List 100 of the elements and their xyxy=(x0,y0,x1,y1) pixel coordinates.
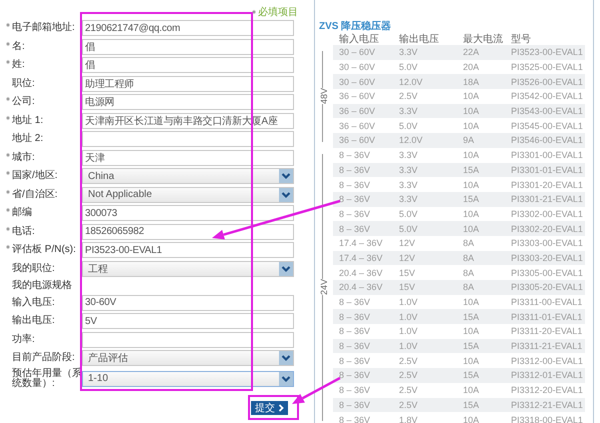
submit-button[interactable]: 提交 xyxy=(251,400,288,414)
dropdown[interactable]: Not Applicable xyxy=(82,186,294,202)
required-mark-icon xyxy=(252,10,256,14)
table-cell-text: 1.0V xyxy=(398,297,419,308)
input-field[interactable]: PI3523-00-EVAL1 xyxy=(82,242,294,258)
table-cell-text: 36 – 60V xyxy=(338,91,376,102)
field-label: 评估板 P/N(s): xyxy=(12,245,76,255)
dropdown-chevron-icon[interactable] xyxy=(279,188,293,202)
column-header: 输入电压 xyxy=(338,32,380,46)
table-cell-text: PI3301-20-EVAL1 xyxy=(510,180,583,190)
table-cell-text: 8 – 36V xyxy=(338,341,372,352)
dropdown[interactable]: 1-10 xyxy=(82,370,294,386)
field-label: 省/自治区: xyxy=(12,190,58,200)
table-cell-text: PI3302-00-EVAL1 xyxy=(510,208,583,219)
table-cell-text: 15A xyxy=(462,341,480,352)
table-cell-text: PI3318-00-EVAL1 xyxy=(510,414,583,423)
table-cell-text: PI3303-20-EVAL1 xyxy=(510,252,583,263)
table-cell-text: 3.3V xyxy=(398,47,419,58)
table-cell-text: 30 – 60V xyxy=(338,47,376,58)
field-label: 国家/地区: xyxy=(12,171,58,181)
table-cell-text: 17.4 – 36V xyxy=(338,238,384,248)
table-cell-text: PI3311-01-EVAL1 xyxy=(510,312,582,322)
table-cell-text: 1.8V xyxy=(398,414,419,423)
table-cell-text: 22A xyxy=(462,47,480,58)
field-label: 输入电压: xyxy=(12,298,55,308)
input-field[interactable]: 2190621747@qq.com xyxy=(82,20,294,36)
table-cell-text: PI3523-00-EVAL1 xyxy=(510,47,583,58)
table-cell-text: 15A xyxy=(462,194,480,204)
column-header: 输出电压 xyxy=(398,32,440,46)
field-label: 地址 2: xyxy=(12,134,44,144)
table-cell-text: 8 – 36V xyxy=(338,297,372,308)
table-cell-text: 8A xyxy=(462,268,476,278)
dropdown-chevron-icon[interactable] xyxy=(279,169,293,183)
table-cell-text: 5.0V xyxy=(398,208,419,219)
field-label: 电子邮箱地址: xyxy=(12,23,75,33)
table-cell-text: PI3543-00-EVAL1 xyxy=(510,106,583,116)
field-label: 功率: xyxy=(12,334,35,344)
table-cell-text: 1.0V xyxy=(398,341,419,352)
table-cell-text: 8 – 36V xyxy=(338,312,372,322)
input-field[interactable]: 30-60V xyxy=(82,294,294,310)
table-cell-text: 15A xyxy=(462,164,480,175)
table-cell-text: 2.5V xyxy=(398,91,419,102)
table-cell-text: PI3301-21-EVAL1 xyxy=(510,194,583,204)
table-cell-text: 1.0V xyxy=(398,312,419,322)
input-field[interactable]: 电源网 xyxy=(82,94,294,110)
table-cell-text: 17.4 – 36V xyxy=(338,252,384,263)
annotation-rectangle xyxy=(248,395,299,420)
table-cell-text: 10A xyxy=(462,385,480,396)
dropdown[interactable]: China xyxy=(82,168,294,184)
input-field[interactable] xyxy=(82,131,294,147)
table-cell-text: 10A xyxy=(462,224,480,234)
input-field[interactable]: 18526065982 xyxy=(82,224,294,240)
table-cell-text: PI3305-20-EVAL1 xyxy=(510,282,583,292)
input-field[interactable]: 倡 xyxy=(82,57,294,73)
table-cell-text: 8 – 36V xyxy=(338,414,372,423)
table-cell-text: 8 – 36V xyxy=(338,356,372,366)
table-cell-text: 12V xyxy=(398,252,416,263)
field-label: 我的职位: xyxy=(12,264,55,274)
table-cell-text: 8 – 36V xyxy=(338,326,372,336)
table-cell-text: 8 – 36V xyxy=(338,208,372,219)
input-field[interactable]: 天津南开区长江道与南丰路交口清新大厦A座 xyxy=(82,112,294,128)
input-field[interactable]: 天津 xyxy=(82,150,294,166)
required-note: 必填项目 xyxy=(258,6,298,19)
dropdown[interactable]: 产品评估 xyxy=(82,350,294,366)
dropdown[interactable]: 工程 xyxy=(82,260,294,276)
dropdown-chevron-icon[interactable] xyxy=(279,372,293,386)
table-cell-text: 8 – 36V xyxy=(338,180,372,190)
field-label: 地址 1: xyxy=(12,116,44,126)
dropdown-chevron-icon[interactable] xyxy=(279,351,293,365)
table-cell-text: PI3312-01-EVAL1 xyxy=(510,370,583,380)
input-field[interactable]: 5V xyxy=(82,313,294,329)
table-cell-text: 1.0V xyxy=(398,326,419,336)
input-field[interactable] xyxy=(82,332,294,348)
column-header: 最大电流 xyxy=(462,32,504,46)
table-cell-text: 36 – 60V xyxy=(338,135,376,146)
field-label: 电话: xyxy=(12,226,35,236)
table-cell-text: 8 – 36V xyxy=(338,400,372,410)
table-cell-text: 8 – 36V xyxy=(338,385,372,396)
input-field[interactable]: 倡 xyxy=(82,38,294,54)
table-cell-text: 8 – 36V xyxy=(338,224,372,234)
table-cell-text: 10A xyxy=(462,106,480,116)
table-cell-text: 15V xyxy=(398,282,416,292)
annotation-arrow xyxy=(292,376,341,404)
table-cell-text: 30 – 60V xyxy=(338,62,376,72)
field-label: 城市: xyxy=(12,152,35,162)
table-cell-text: 20.4 – 36V xyxy=(338,268,384,278)
table-cell-text: 36 – 60V xyxy=(338,106,376,116)
input-field[interactable]: 助理工程师 xyxy=(82,76,294,92)
column-header: 型号 xyxy=(510,32,531,46)
table-cell-text: 8 – 36V xyxy=(338,194,372,204)
input-field[interactable]: 300073 xyxy=(82,205,294,221)
table-cell-text: 30 – 60V xyxy=(338,76,376,87)
table-cell-text: 15A xyxy=(462,400,480,410)
table-cell-text: 3.3V xyxy=(398,106,419,116)
table-cell-text: 3.3V xyxy=(398,180,419,190)
table-cell-text: 12V xyxy=(398,238,416,248)
table-cell-text: 15A xyxy=(462,312,480,322)
dropdown-chevron-icon[interactable] xyxy=(279,262,293,276)
table-cell-text: PI3546-00-EVAL1 xyxy=(510,135,583,146)
table-cell-text: 9A xyxy=(462,135,476,146)
